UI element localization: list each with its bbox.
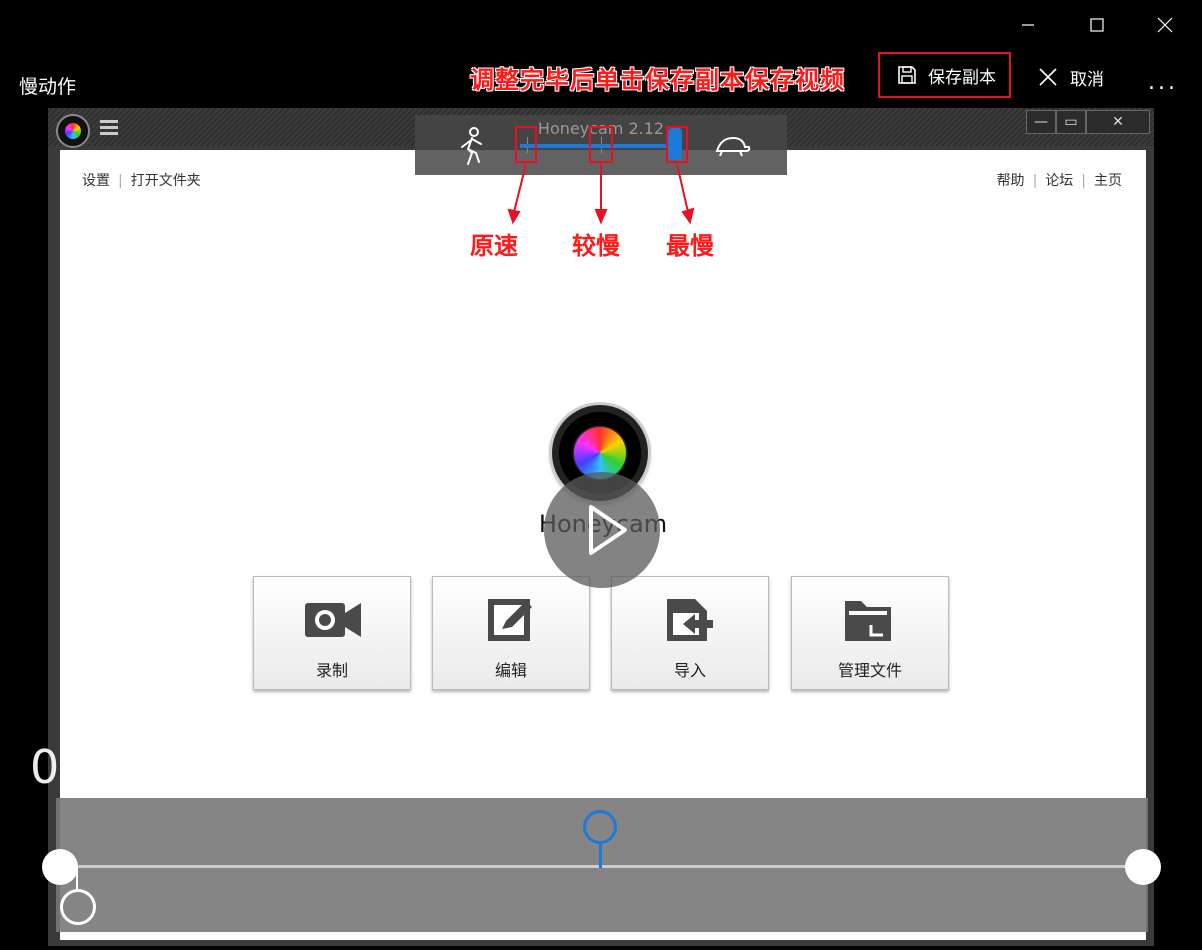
trim-end-handle[interactable] (1125, 849, 1161, 885)
playback-time: 00:00 (30, 740, 163, 794)
playhead-handle[interactable] (583, 810, 617, 844)
start-marker[interactable] (60, 889, 96, 925)
timeline-panel (42, 798, 1161, 932)
annotation-slowest: 最慢 (666, 232, 714, 260)
trim-start-handle[interactable] (42, 849, 78, 885)
annotation-original-speed: 原速 (470, 232, 518, 260)
playhead-stem (599, 844, 602, 868)
annotation-slower: 较慢 (572, 232, 620, 260)
